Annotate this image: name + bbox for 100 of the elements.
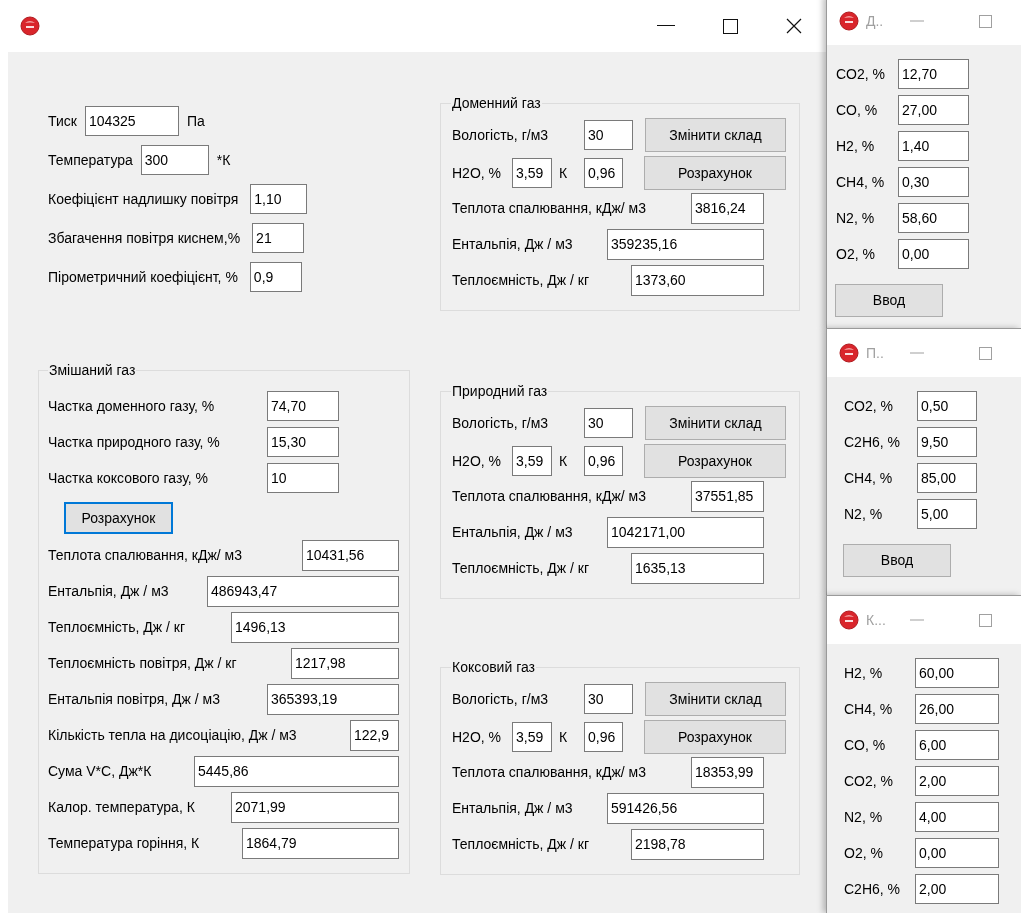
field-label: N2, % (844, 504, 884, 524)
input-field[interactable]: 1635,13 (631, 553, 764, 584)
input-button[interactable]: Ввод (843, 544, 951, 577)
field-label: Частка природного газу, % (48, 432, 221, 452)
field-label: Температура горіння, К (48, 834, 200, 853)
field-label: Па (186, 111, 205, 131)
field-label: К (558, 727, 569, 747)
field-label: H2, % (836, 136, 876, 156)
field-label: Коефіцієнт надлишку повітря (48, 189, 239, 209)
input-field[interactable]: 30 (584, 120, 633, 150)
input-field[interactable]: 10 (267, 463, 339, 493)
input-field[interactable]: 4,00 (915, 802, 999, 832)
input-field[interactable]: 2,00 (915, 766, 999, 796)
input-field[interactable]: 0,50 (917, 391, 977, 421)
input-field[interactable]: 0,9 (249, 262, 302, 292)
field-label: Ентальпія, Дж / м3 (452, 523, 573, 542)
field-label: Теплота спалювання, кДж/ м3 (452, 763, 646, 782)
input-field[interactable]: 74,70 (267, 391, 339, 421)
input-field[interactable]: 5445,86 (194, 756, 399, 787)
field-label: CO2, % (836, 64, 886, 84)
input-field[interactable]: 85,00 (917, 463, 977, 493)
input-field[interactable]: 1042171,00 (607, 517, 764, 548)
input-button[interactable]: Ввод (835, 284, 943, 317)
change-composition-button[interactable]: Змінити склад (645, 406, 786, 440)
input-field[interactable]: 1,40 (898, 131, 969, 161)
window-title: К... (866, 610, 887, 630)
input-field[interactable]: 3,59 (512, 722, 552, 752)
input-field[interactable]: 0,96 (584, 446, 623, 476)
field-label: CO2, % (844, 771, 894, 791)
input-field[interactable]: 21 (252, 223, 305, 253)
input-field[interactable]: 2,00 (915, 874, 999, 904)
input-field[interactable]: 0,00 (898, 239, 969, 269)
input-field[interactable]: 0,96 (584, 158, 623, 188)
calculate-button[interactable]: Розрахунок (644, 720, 786, 754)
minimize-icon[interactable] (657, 25, 675, 27)
field-label: H2, % (844, 663, 884, 683)
field-label: Теплоємність, Дж / кг (452, 559, 590, 578)
input-field[interactable]: 3,59 (512, 158, 552, 188)
group-title: Коксовий газ (451, 658, 536, 677)
input-field[interactable]: 122,9 (350, 720, 399, 751)
change-composition-button[interactable]: Змінити склад (645, 682, 786, 716)
input-field[interactable]: 300 (140, 145, 209, 175)
input-field[interactable]: 18353,99 (691, 757, 764, 788)
input-field[interactable]: 2071,99 (231, 792, 399, 823)
input-field[interactable]: 12,70 (898, 59, 969, 89)
calculate-button[interactable]: Розрахунок (644, 156, 786, 190)
input-field[interactable]: 15,30 (267, 427, 339, 457)
field-label: Ентальпія, Дж / м3 (452, 235, 573, 254)
input-field[interactable]: 359235,16 (607, 229, 764, 260)
field-label: H2O, % (452, 727, 502, 747)
input-field[interactable]: 1,10 (250, 184, 308, 214)
calculate-button[interactable]: Розрахунок (64, 502, 173, 534)
field-label: Частка доменного газу, % (48, 396, 216, 416)
field-label: O2, % (836, 244, 876, 264)
input-field[interactable]: 3,59 (512, 446, 552, 476)
input-field[interactable]: 30 (584, 684, 633, 714)
input-field[interactable]: 1496,13 (231, 612, 399, 643)
input-field[interactable]: 58,60 (898, 203, 969, 233)
input-field[interactable]: 591426,56 (607, 793, 764, 824)
input-field[interactable]: 1217,98 (291, 648, 399, 679)
field-label: Теплоємність, Дж / кг (452, 271, 590, 290)
input-field[interactable]: 0,00 (915, 838, 999, 868)
input-field[interactable]: 486943,47 (207, 576, 399, 607)
input-field[interactable]: 5,00 (917, 499, 977, 529)
field-label: Теплоємність, Дж / кг (452, 835, 590, 854)
input-field[interactable]: 365393,19 (267, 684, 399, 715)
field-label: Температура (48, 150, 133, 170)
field-label: CO, % (844, 735, 887, 755)
field-label: N2, % (836, 208, 876, 228)
input-field[interactable]: 10431,56 (302, 540, 399, 571)
input-field[interactable]: 37551,85 (691, 481, 764, 512)
group-title: Змішаний газ (48, 361, 137, 380)
input-field[interactable]: 1373,60 (631, 265, 764, 296)
input-field[interactable]: 0,96 (584, 722, 623, 752)
change-composition-button[interactable]: Змінити склад (645, 118, 786, 152)
input-field[interactable]: 6,00 (915, 730, 999, 760)
field-label: Вологість, г/м3 (452, 689, 550, 709)
field-label: Ентальпія, Дж / м3 (48, 582, 169, 601)
input-field[interactable]: 104325 (84, 106, 179, 136)
input-field[interactable]: 2198,78 (631, 829, 764, 860)
field-label: CH4, % (844, 699, 894, 719)
field-label: К (558, 451, 569, 471)
app-icon (20, 16, 40, 36)
field-label: Калор. температура, К (48, 798, 195, 817)
input-field[interactable]: 9,50 (917, 427, 977, 457)
field-label: CH4, % (844, 468, 894, 488)
input-field[interactable]: 3816,24 (691, 193, 764, 224)
field-label: Вологість, г/м3 (452, 413, 550, 433)
field-label: C2H6, % (844, 879, 902, 899)
calculate-button[interactable]: Розрахунок (644, 444, 786, 478)
input-field[interactable]: 0,30 (898, 167, 969, 197)
input-field[interactable]: 26,00 (915, 694, 999, 724)
input-field[interactable]: 27,00 (898, 95, 969, 125)
window-title: Д.. (866, 11, 885, 31)
field-label: К (558, 163, 569, 183)
input-field[interactable]: 60,00 (915, 658, 999, 688)
input-field[interactable]: 1864,79 (242, 828, 399, 859)
input-field[interactable]: 30 (584, 408, 633, 438)
maximize-icon[interactable] (723, 18, 738, 34)
close-icon[interactable] (786, 18, 802, 34)
